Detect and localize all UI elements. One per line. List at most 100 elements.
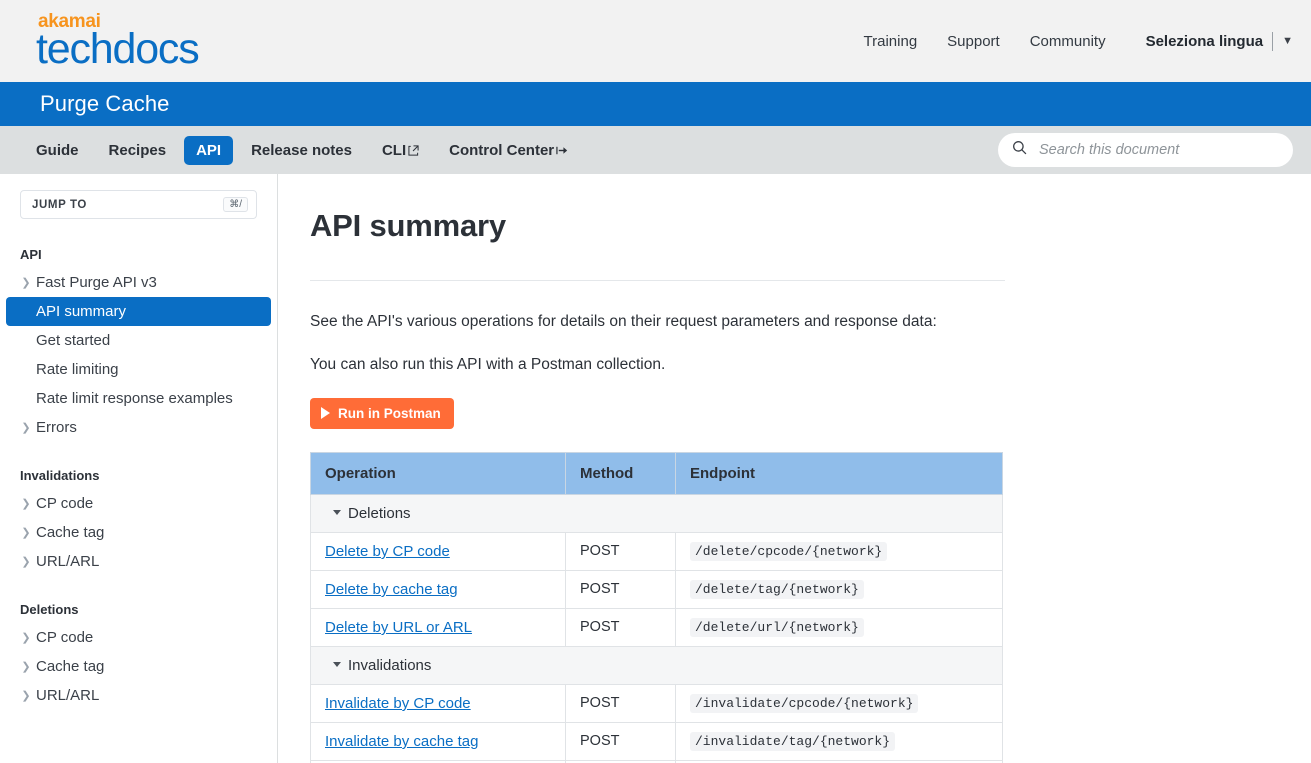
column-header-operation: Operation [310, 451, 566, 495]
cell-method: POST [565, 531, 676, 571]
sidebar-section-title-deletions: Deletions [20, 602, 79, 617]
chevron-right-icon[interactable]: ❯ [18, 631, 34, 644]
doc-tab-bar: Guide Recipes API Release notes CLI Cont… [0, 126, 1311, 174]
search-box[interactable] [998, 133, 1293, 167]
page-title: API summary [310, 208, 506, 243]
sidebar-item-label: CP code [36, 629, 94, 646]
logo-techdocs-text: techdocs [36, 24, 200, 73]
chevron-right-icon[interactable]: ❯ [18, 689, 34, 702]
language-selector[interactable]: Seleziona lingua ▼ [1146, 31, 1293, 51]
sidebar-item-invalidations-cp-code[interactable]: ❯ CP code [6, 489, 271, 518]
sidebar-item-label: CP code [36, 495, 94, 512]
nav-link-community[interactable]: Community [1028, 29, 1108, 54]
sidebar-item-label: Rate limit response examples [36, 390, 233, 407]
chevron-down-icon[interactable]: ▼ [1282, 35, 1293, 47]
run-in-postman-button[interactable]: Run in Postman [310, 397, 454, 429]
sidebar-item-rate-limit-response-examples[interactable]: Rate limit response examples [6, 384, 271, 413]
cell-endpoint: /delete/url/{network} [675, 607, 1003, 647]
cell-method: POST [565, 607, 676, 647]
table-group-row-deletions[interactable]: Deletions [310, 493, 1003, 533]
caret-down-icon[interactable] [333, 510, 341, 516]
table-group-row-invalidations[interactable]: Invalidations [310, 645, 1003, 685]
run-in-postman-label: Run in Postman [338, 405, 441, 421]
cell-endpoint: /invalidate/tag/{network} [675, 721, 1003, 761]
cell-endpoint: /invalidate/cpcode/{network} [675, 683, 1003, 723]
tab-recipes-label: Recipes [108, 141, 167, 159]
sidebar-item-deletions-cache-tag[interactable]: ❯ Cache tag [6, 652, 271, 681]
sidebar-item-label: Cache tag [36, 524, 105, 541]
sign-in-icon [556, 144, 569, 157]
chevron-right-icon[interactable]: ❯ [18, 421, 34, 434]
endpoint-path: /delete/tag/{network} [690, 580, 864, 600]
sidebar-item-rate-limiting[interactable]: Rate limiting [6, 355, 271, 384]
sidebar-item-label: Errors [36, 419, 77, 436]
chevron-right-icon[interactable]: ❯ [18, 497, 34, 510]
operation-link-invalidate-by-cp-code[interactable]: Invalidate by CP code [325, 695, 471, 712]
play-icon [321, 407, 330, 420]
api-operations-table: Operation Method Endpoint Deletions Dele… [310, 451, 1003, 763]
tab-api[interactable]: API [184, 135, 234, 165]
sidebar-item-invalidations-cache-tag[interactable]: ❯ Cache tag [6, 518, 271, 547]
operation-link-delete-by-cp-code[interactable]: Delete by CP code [325, 543, 450, 560]
title-divider [310, 280, 1005, 281]
page-body: JUMP TO ⌘/ API ❯ Fast Purge API v3 API s… [0, 174, 1311, 763]
chevron-right-icon[interactable]: ❯ [18, 555, 34, 568]
table-group-cell[interactable]: Invalidations [310, 645, 1003, 685]
sidebar-item-label: Cache tag [36, 658, 105, 675]
sidebar-item-invalidations-url-arl[interactable]: ❯ URL/ARL [6, 547, 271, 576]
sidebar-item-get-started[interactable]: Get started [6, 326, 271, 355]
chevron-right-icon[interactable]: ❯ [18, 526, 34, 539]
table-group-cell[interactable]: Deletions [310, 493, 1003, 533]
nav-link-training[interactable]: Training [862, 29, 920, 54]
external-link-icon [408, 144, 419, 156]
operation-link-invalidate-by-cache-tag[interactable]: Invalidate by cache tag [325, 733, 478, 750]
sidebar-item-label: Fast Purge API v3 [36, 274, 157, 291]
sidebar-item-label: Rate limiting [36, 361, 119, 378]
cell-operation: Invalidate by cache tag [310, 721, 566, 761]
sidebar-section-title-api: API [20, 247, 42, 262]
sidebar-item-deletions-url-arl[interactable]: ❯ URL/ARL [6, 681, 271, 710]
jump-to-label: JUMP TO [32, 198, 87, 211]
intro-paragraph-2: You can also run this API with a Postman… [310, 356, 666, 374]
sidebar-item-errors[interactable]: ❯ Errors [6, 413, 271, 442]
sidebar-item-api-summary[interactable]: API summary [6, 297, 271, 326]
sidebar-item-label: API summary [36, 303, 127, 320]
cell-operation: Invalidate by CP code [310, 683, 566, 723]
table-row: Delete by URL or ARL POST /delete/url/{n… [310, 607, 1003, 647]
sidebar-item-label: URL/ARL [36, 553, 100, 570]
column-header-method: Method [565, 451, 676, 495]
global-nav: Training Support Community Seleziona lin… [862, 29, 1293, 54]
intro-paragraph-1: See the API's various operations for det… [310, 313, 937, 330]
cell-endpoint: /delete/cpcode/{network} [675, 531, 1003, 571]
tab-control-center[interactable]: Control Center [437, 136, 581, 165]
operation-link-delete-by-cache-tag[interactable]: Delete by cache tag [325, 581, 458, 598]
doc-title-bar: Purge Cache [0, 82, 1311, 126]
tab-control-center-label: Control Center [449, 141, 555, 159]
sidebar-item-fast-purge-api-v3[interactable]: ❯ Fast Purge API v3 [6, 268, 271, 297]
sidebar-item-deletions-cp-code[interactable]: ❯ CP code [6, 623, 271, 652]
sidebar-section-title-invalidations: Invalidations [20, 468, 100, 483]
endpoint-path: /delete/cpcode/{network} [690, 542, 888, 562]
nav-link-support[interactable]: Support [945, 29, 1002, 54]
main-content: API summary See the API's various operat… [278, 174, 1311, 763]
chevron-right-icon[interactable]: ❯ [18, 660, 34, 673]
search-input[interactable] [1037, 141, 1279, 159]
akamai-techdocs-logo[interactable]: akamai techdocs [36, 12, 200, 73]
site-header: akamai techdocs Training Support Communi… [0, 0, 1311, 82]
tab-release-notes-label: Release notes [251, 141, 352, 159]
column-header-endpoint: Endpoint [675, 451, 1003, 495]
tab-cli[interactable]: CLI [370, 136, 431, 165]
tab-release-notes[interactable]: Release notes [239, 136, 364, 165]
tab-guide[interactable]: Guide [24, 136, 91, 165]
table-row: Delete by cache tag POST /delete/tag/{ne… [310, 569, 1003, 609]
cell-endpoint: /delete/tag/{network} [675, 569, 1003, 609]
tab-recipes[interactable]: Recipes [97, 136, 179, 165]
doc-title: Purge Cache [40, 91, 170, 116]
table-row: Delete by CP code POST /delete/cpcode/{n… [310, 531, 1003, 571]
caret-down-icon[interactable] [333, 662, 341, 668]
table-row: Invalidate by CP code POST /invalidate/c… [310, 683, 1003, 723]
chevron-right-icon[interactable]: ❯ [18, 276, 34, 289]
jump-to-box[interactable]: JUMP TO ⌘/ [20, 190, 257, 219]
operation-link-delete-by-url-or-arl[interactable]: Delete by URL or ARL [325, 619, 472, 636]
